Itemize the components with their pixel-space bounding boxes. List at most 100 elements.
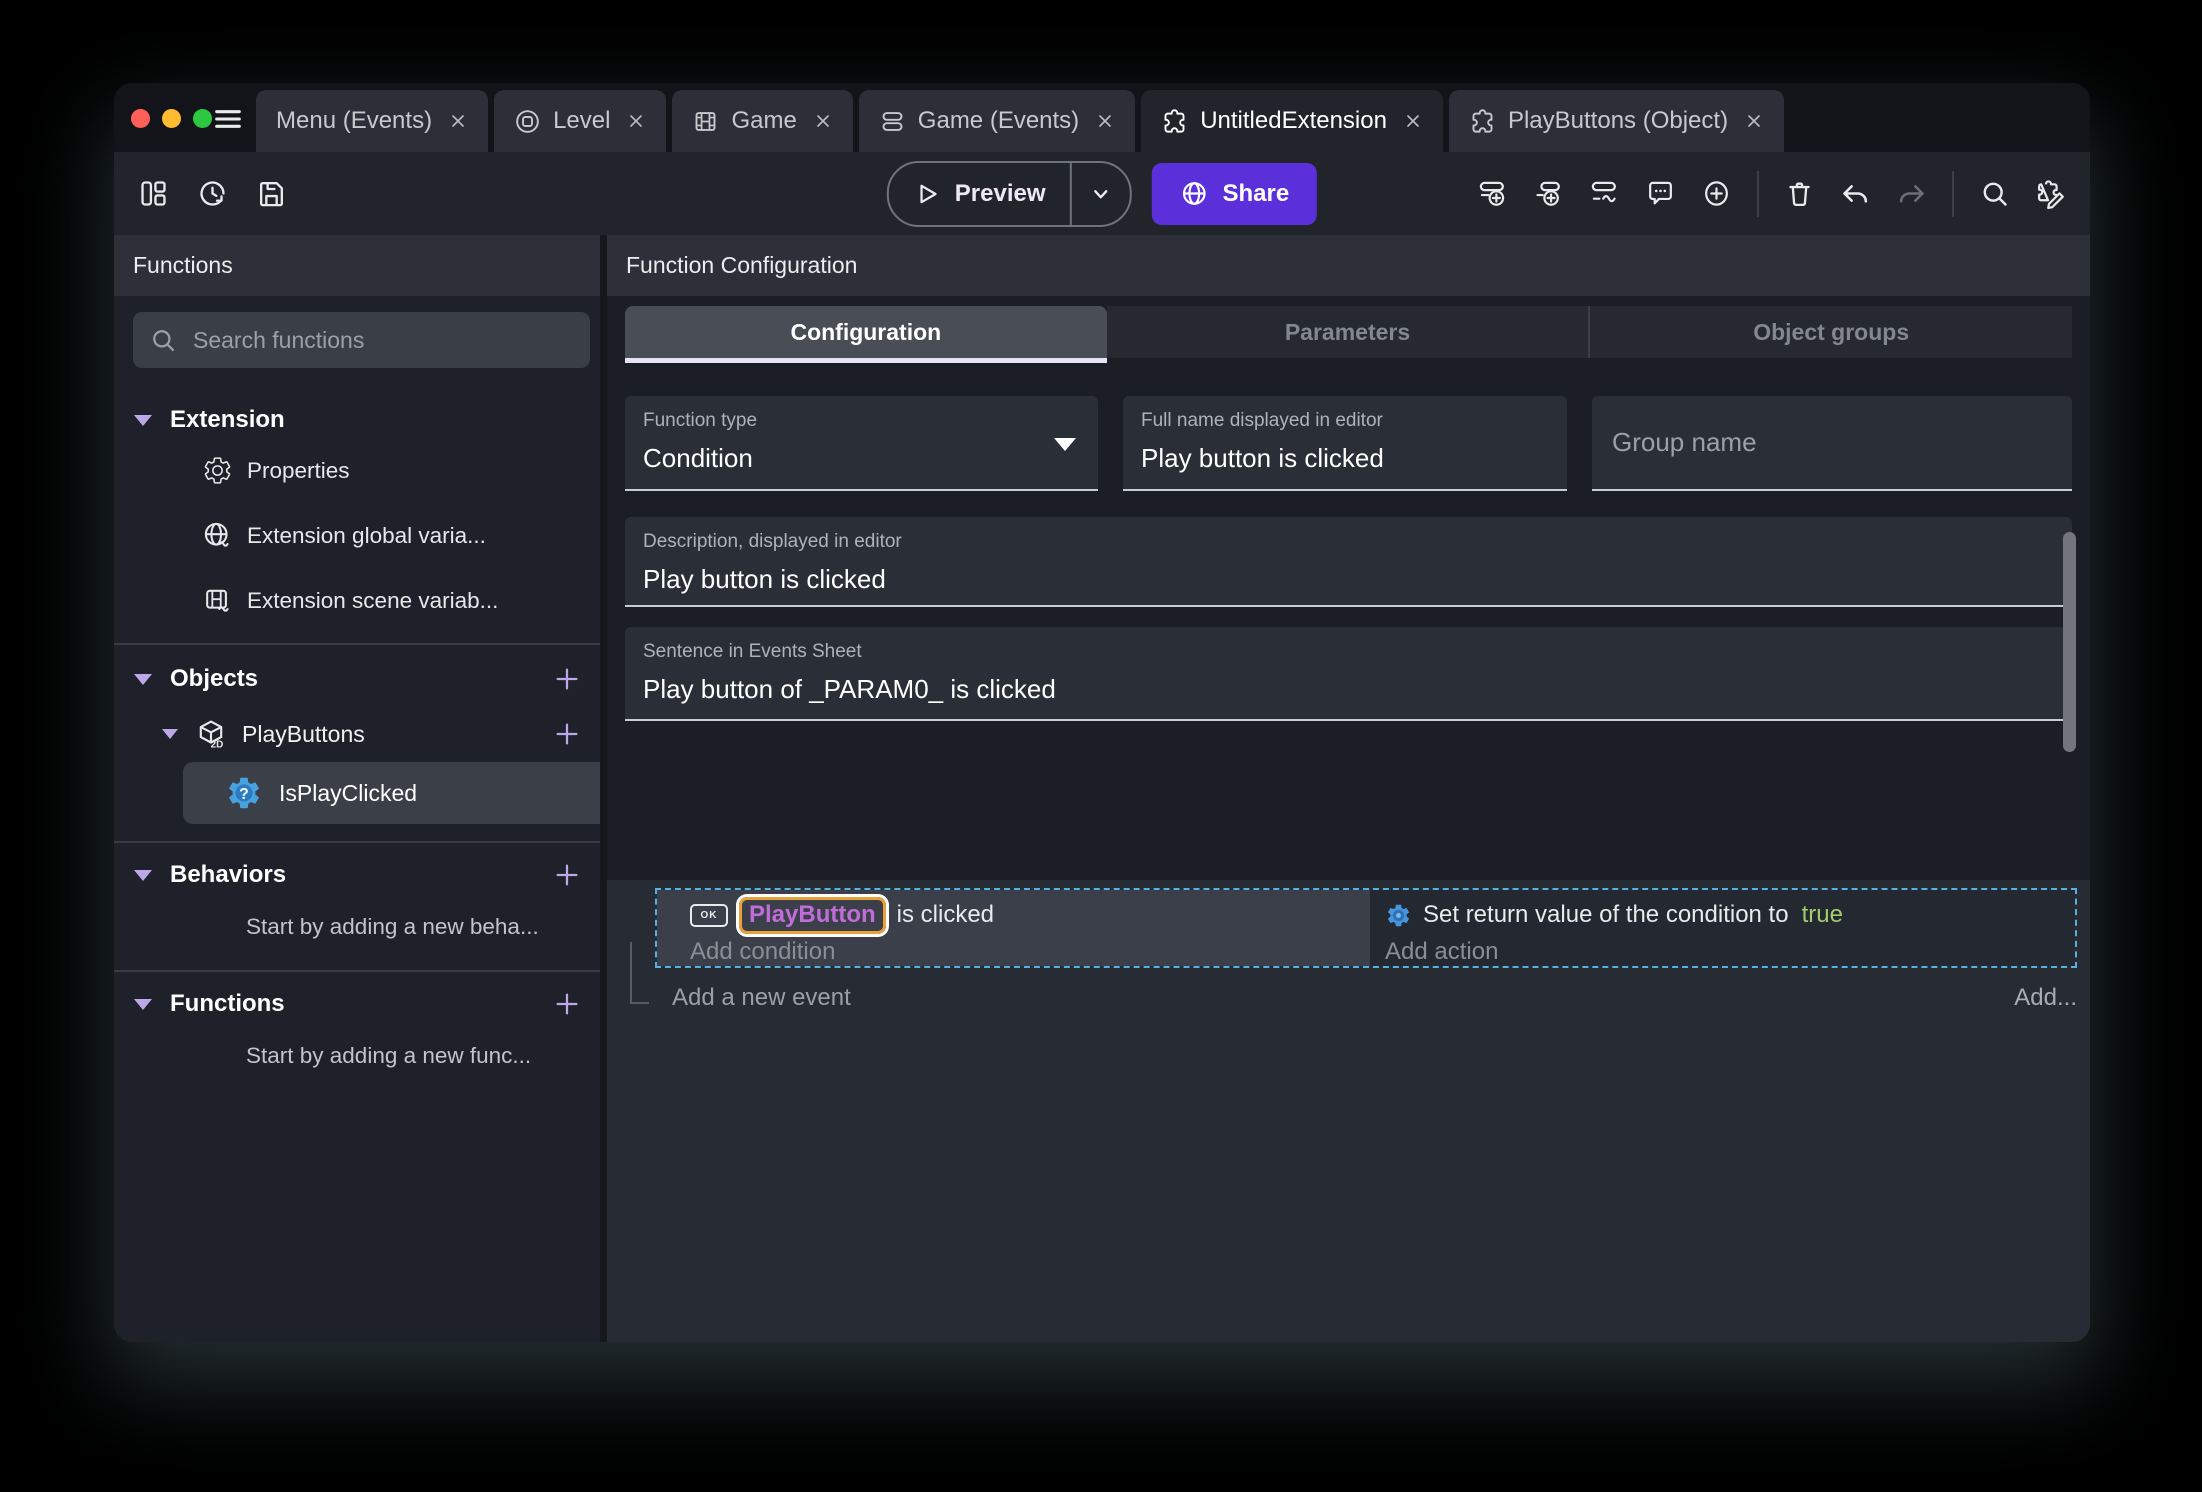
function-type-field[interactable]: Function type Condition — [625, 396, 1098, 491]
add-subevent-button[interactable] — [1533, 178, 1564, 209]
collapse-triangle-icon[interactable] — [134, 998, 152, 1010]
tab-parameters[interactable]: Parameters — [1106, 306, 1589, 358]
tab-untitled-extension[interactable]: UntitledExtension — [1141, 90, 1443, 152]
full-name-field[interactable]: Full name displayed in editor Play butto… — [1123, 396, 1567, 491]
sidebar-item-label: Extension global varia... — [247, 522, 486, 548]
tab-game-events[interactable]: Game (Events) — [858, 90, 1136, 152]
event-row-selected[interactable]: OK PlayButton is clicked Add condition S… — [655, 888, 2077, 968]
tab-configuration[interactable]: Configuration — [625, 306, 1107, 363]
tab-object-groups[interactable]: Object groups — [1588, 306, 2073, 358]
tab-close-icon[interactable] — [1095, 111, 1115, 131]
function-label: IsPlayClicked — [279, 779, 418, 806]
action-line[interactable]: Set return value of the condition to tru… — [1385, 897, 2075, 933]
svg-text:?: ? — [239, 786, 249, 803]
add-event-button[interactable] — [1477, 178, 1508, 209]
add-new-event-button[interactable]: Add a new event — [672, 984, 851, 1012]
save-icon — [256, 178, 287, 209]
action-text: Set return value of the condition to — [1423, 901, 1789, 928]
section-functions-header[interactable]: Functions — [114, 984, 600, 1024]
add-comment-button[interactable] — [1645, 178, 1676, 209]
form-scrollbar[interactable] — [2063, 532, 2076, 752]
preview-options-button[interactable] — [1072, 163, 1130, 225]
action-gear-icon — [1385, 902, 1412, 929]
search-functions-box[interactable] — [133, 312, 590, 368]
globe-variable-icon — [202, 520, 233, 551]
tab-close-icon[interactable] — [448, 111, 468, 131]
add-condition-button[interactable]: Add condition — [690, 938, 1370, 966]
preview-label: Preview — [954, 179, 1046, 207]
add-function-icon[interactable] — [552, 989, 582, 1019]
history-icon — [197, 178, 228, 209]
add-button[interactable] — [1701, 178, 1732, 209]
sidebar-panel-title: Functions — [114, 235, 600, 296]
search-functions-input[interactable] — [191, 325, 574, 355]
add-other-events-button[interactable] — [1589, 178, 1620, 209]
gear-icon — [202, 455, 233, 486]
add-action-button[interactable]: Add action — [1385, 938, 2075, 966]
collapse-triangle-icon[interactable] — [162, 729, 178, 739]
tab-close-icon[interactable] — [1744, 111, 1764, 131]
titlebar: Menu (Events) Level Game Game (Events) U… — [114, 83, 2090, 152]
search-button[interactable] — [1979, 178, 2010, 209]
tab-game[interactable]: Game — [672, 90, 853, 152]
add-more-button[interactable]: Add... — [2014, 984, 2077, 1012]
search-icon — [149, 326, 177, 354]
collapse-triangle-icon[interactable] — [134, 414, 152, 426]
scene-icon — [514, 108, 541, 135]
globe-icon — [1180, 179, 1209, 208]
collapse-triangle-icon[interactable] — [134, 673, 152, 685]
tab-close-icon[interactable] — [626, 111, 646, 131]
version-history-button[interactable] — [197, 178, 228, 209]
preview-button[interactable]: Preview — [889, 163, 1070, 225]
action-value-true[interactable]: true — [1802, 901, 1843, 929]
undo-button[interactable] — [1840, 178, 1871, 209]
puzzle-edit-icon — [2035, 178, 2068, 211]
tree-item-isplayclicked-selected[interactable]: ? IsPlayClicked — [183, 762, 600, 824]
condition-text: is clicked — [896, 901, 995, 928]
conditions-cell[interactable]: OK PlayButton is clicked Add condition — [657, 890, 1370, 966]
section-behaviors-header[interactable]: Behaviors — [114, 855, 600, 895]
tab-close-icon[interactable] — [813, 111, 833, 131]
condition-line[interactable]: OK PlayButton is clicked — [690, 896, 1370, 934]
redo-button[interactable] — [1896, 178, 1927, 209]
comment-icon — [1645, 178, 1676, 209]
tab-close-icon[interactable] — [1403, 111, 1423, 131]
subevent-bracket — [630, 942, 649, 1004]
sidebar-item-properties[interactable]: Properties — [114, 438, 600, 503]
minimize-window-button[interactable] — [162, 109, 181, 128]
tab-playbuttons-object[interactable]: PlayButtons (Object) — [1448, 90, 1785, 152]
close-window-button[interactable] — [131, 109, 150, 128]
project-manager-button[interactable] — [138, 178, 169, 209]
add-object-function-icon[interactable] — [552, 719, 582, 749]
section-extension-header[interactable]: Extension — [114, 402, 600, 438]
actions-cell[interactable]: Set return value of the condition to tru… — [1370, 890, 2075, 966]
tab-menu-events[interactable]: Menu (Events) — [256, 90, 489, 152]
section-objects-header[interactable]: Objects — [114, 659, 600, 699]
description-field[interactable]: Description, displayed in editor Play bu… — [625, 517, 2072, 607]
edit-extension-button[interactable] — [2035, 178, 2066, 209]
puzzle-icon — [1469, 108, 1496, 135]
group-name-field[interactable] — [1592, 396, 2072, 491]
play-icon — [913, 180, 941, 208]
share-button[interactable]: Share — [1151, 162, 1318, 225]
field-label: Description, displayed in editor — [643, 531, 902, 552]
delete-button[interactable] — [1784, 178, 1815, 209]
section-label: Objects — [170, 665, 259, 692]
main-menu-button[interactable] — [212, 103, 244, 135]
sentence-field[interactable]: Sentence in Events Sheet Play button of … — [625, 627, 2072, 721]
add-behavior-icon[interactable] — [552, 860, 582, 890]
sidebar-item-extension-scene-variables[interactable]: Extension scene variab... — [114, 568, 600, 633]
zoom-window-button[interactable] — [193, 109, 212, 128]
object-2d-cube-icon — [194, 717, 228, 751]
sidebar-item-extension-global-variables[interactable]: Extension global varia... — [114, 503, 600, 568]
toolbar-right-group — [1477, 170, 2066, 217]
dropdown-arrow-icon[interactable] — [1054, 438, 1076, 451]
object-chip-playbutton[interactable]: PlayButton — [739, 896, 886, 934]
add-object-icon[interactable] — [552, 664, 582, 694]
group-name-input[interactable] — [1610, 426, 2054, 459]
collapse-triangle-icon[interactable] — [134, 869, 152, 881]
field-value: Condition — [643, 443, 753, 473]
save-button[interactable] — [256, 178, 287, 209]
tree-item-playbuttons[interactable]: PlayButtons — [114, 714, 600, 754]
tab-level[interactable]: Level — [494, 90, 667, 152]
